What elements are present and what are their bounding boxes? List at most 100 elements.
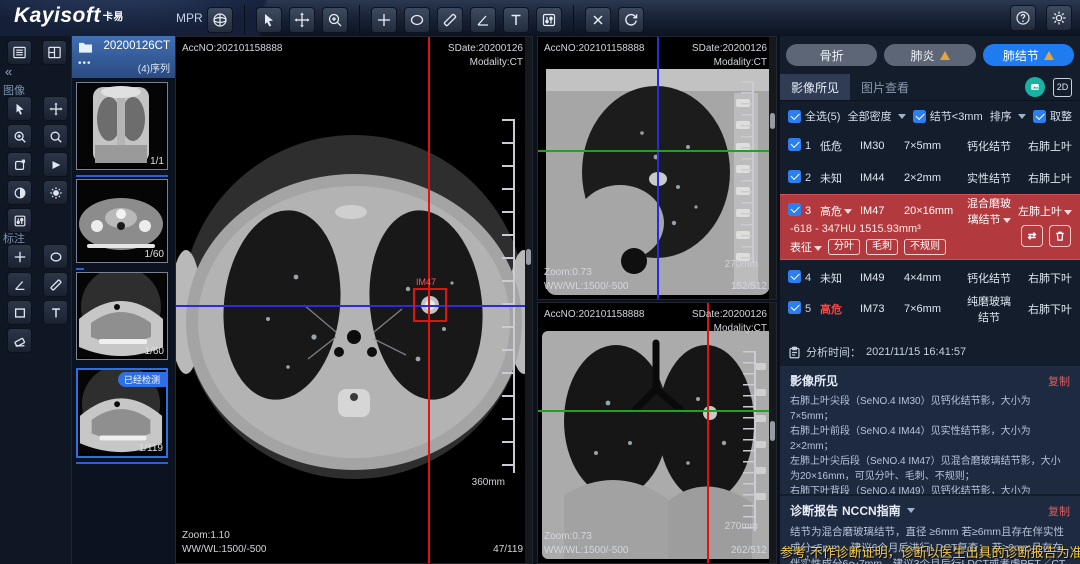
nodule-location: 右肺下叶 bbox=[1012, 270, 1072, 286]
sb-magnify-button[interactable] bbox=[43, 124, 68, 149]
sagittal-crosshair-horizontal[interactable] bbox=[538, 150, 776, 152]
filter-sort-dropdown[interactable]: 排序 bbox=[990, 108, 1026, 124]
ellipse-tool-button[interactable] bbox=[404, 7, 430, 33]
findings-card: 影像所见 复制 右肺上叶尖段（SeNO.4 IM30）见钙化结节影，大小为7×5… bbox=[780, 366, 1080, 494]
coronal-scrollbar-thumb[interactable] bbox=[770, 421, 775, 441]
checkbox[interactable] bbox=[788, 301, 801, 314]
sagittal-crosshair-vertical[interactable] bbox=[657, 37, 659, 299]
text-tool-button[interactable] bbox=[503, 7, 529, 33]
series-more[interactable]: ••• bbox=[78, 58, 92, 69]
pan-tool-button[interactable] bbox=[289, 7, 315, 33]
checkbox[interactable] bbox=[913, 110, 926, 123]
filter-density-dropdown[interactable]: 全部密度 bbox=[848, 108, 906, 124]
coronal-crosshair-vertical[interactable] bbox=[707, 303, 709, 563]
thumbnail-series4-selected[interactable]: 已经检测 1/119 bbox=[76, 368, 168, 458]
thumb-index: 1/60 bbox=[145, 249, 164, 260]
nodule-row-2[interactable]: 2 未知 IM44 2×2mm 实性结节 右肺上叶 bbox=[780, 162, 1080, 193]
tag-spiculation[interactable]: 毛刺 bbox=[866, 239, 898, 255]
coronal-viewport[interactable]: 270mm AccNO:202101158888 SDate:20200126 … bbox=[537, 302, 777, 564]
delete-nodule-button[interactable] bbox=[1049, 225, 1071, 247]
nodule-location: 右肺上叶 bbox=[1012, 138, 1072, 154]
sb-angle-button[interactable] bbox=[7, 272, 32, 297]
coronal-crosshair-horizontal[interactable] bbox=[538, 410, 776, 412]
thumbnail-scout[interactable]: 1/1 bbox=[76, 82, 168, 170]
tag-lobulation[interactable]: 分叶 bbox=[828, 239, 860, 255]
axial-crosshair-horizontal[interactable] bbox=[176, 305, 532, 307]
nodule-roi-box[interactable] bbox=[413, 288, 447, 322]
tab-lung-nodule[interactable]: 肺结节 bbox=[983, 44, 1074, 66]
nodule-row-1[interactable]: 1 低危 IM30 7×5mm 钙化结节 右肺上叶 bbox=[780, 130, 1080, 161]
sagittal-scrollbar[interactable] bbox=[769, 37, 776, 299]
reset-button[interactable] bbox=[618, 7, 644, 33]
sagittal-scrollbar-thumb[interactable] bbox=[770, 113, 775, 129]
nodule-risk-dropdown[interactable]: 高危 bbox=[820, 203, 860, 219]
filter-select-all[interactable]: 全选(5) bbox=[788, 108, 840, 124]
sb-flip-button[interactable] bbox=[43, 152, 68, 177]
ruler-tool-button[interactable] bbox=[437, 7, 463, 33]
filter-small-nodule[interactable]: 结节<3mm bbox=[913, 108, 983, 124]
series-header[interactable]: 20200126CT ••• (4)序列 bbox=[72, 36, 175, 78]
checkbox[interactable] bbox=[788, 138, 801, 151]
ai-findings-panel: 骨折 肺炎 肺结节 影像所见 图片查看 2D 全选(5) 全部密度 结节<3mm… bbox=[780, 36, 1080, 564]
2d-view-button[interactable]: 2D bbox=[1053, 78, 1072, 97]
nodule-row-4[interactable]: 4 未知 IM49 4×4mm 钙化结节 右肺下叶 bbox=[780, 262, 1080, 293]
delete-annotation-button[interactable] bbox=[585, 7, 611, 33]
subtab-findings[interactable]: 影像所见 bbox=[780, 74, 850, 101]
series-count: (4)序列 bbox=[138, 60, 170, 75]
checkbox[interactable] bbox=[788, 110, 801, 123]
tab-pneumonia[interactable]: 肺炎 bbox=[884, 44, 975, 66]
window-level-button[interactable] bbox=[536, 7, 562, 33]
sb-invert-button[interactable] bbox=[7, 180, 32, 205]
settings-button[interactable] bbox=[1046, 5, 1072, 31]
sb-pointer-button[interactable] bbox=[7, 96, 32, 121]
mpr-button[interactable] bbox=[207, 7, 233, 33]
angle-tool-button[interactable] bbox=[470, 7, 496, 33]
tag-irregular[interactable]: 不规则 bbox=[904, 239, 946, 255]
sb-rect-button[interactable] bbox=[7, 300, 32, 325]
compare-button[interactable] bbox=[1021, 225, 1043, 247]
subtab-image-view[interactable]: 图片查看 bbox=[850, 74, 920, 101]
nodule-type-dropdown[interactable]: 混合磨玻璃结节 bbox=[966, 195, 1012, 227]
sb-ellipse-button[interactable] bbox=[43, 244, 68, 269]
axial-scrollbar[interactable] bbox=[525, 37, 532, 563]
nodule-row-3-selected[interactable]: 3 高危 IM47 20×16mm 混合磨玻璃结节 左肺上叶 -618 - 34… bbox=[780, 194, 1080, 260]
sb-pan-button[interactable] bbox=[43, 96, 68, 121]
sb-rotate-button[interactable] bbox=[7, 152, 32, 177]
sb-eraser-button[interactable] bbox=[7, 328, 32, 353]
checkbox[interactable] bbox=[788, 270, 801, 283]
sb-text-button[interactable] bbox=[43, 300, 68, 325]
checkbox[interactable] bbox=[1033, 110, 1046, 123]
ruler-icon bbox=[442, 12, 458, 28]
zoom-tool-button[interactable] bbox=[322, 7, 348, 33]
filter-round[interactable]: 取整 bbox=[1033, 108, 1072, 124]
checkbox[interactable] bbox=[788, 203, 801, 216]
layout-button[interactable] bbox=[42, 40, 67, 65]
collapse-sidebar-button[interactable]: « bbox=[5, 64, 12, 79]
pointer-tool-button[interactable] bbox=[256, 7, 282, 33]
copy-findings-link[interactable]: 复制 bbox=[1048, 373, 1070, 389]
thumbnail-series2[interactable]: 1/60 bbox=[76, 179, 168, 263]
report-guideline[interactable]: NCCN指南 bbox=[842, 502, 901, 519]
thumbnail-series3[interactable]: 1/60 bbox=[76, 272, 168, 360]
axial-scrollbar-thumb[interactable] bbox=[526, 249, 531, 265]
sliders-icon bbox=[541, 12, 557, 28]
sb-ruler-button[interactable] bbox=[43, 272, 68, 297]
axial-viewport[interactable]: 360mm IM47 AccNO:202101158888 SDate:2020… bbox=[175, 36, 533, 564]
checkbox[interactable] bbox=[788, 170, 801, 183]
copy-report-link[interactable]: 复制 bbox=[1048, 503, 1070, 519]
help-button[interactable] bbox=[1010, 5, 1036, 31]
sagittal-viewport[interactable]: 270mm AccNO:202101158888 SDate:20200126 … bbox=[537, 36, 777, 300]
nodule-row-5[interactable]: 5 高危 IM73 7×6mm 纯磨玻璃结节 右肺下叶 bbox=[780, 293, 1080, 324]
sb-brightness-button[interactable] bbox=[43, 180, 68, 205]
image-report-button[interactable] bbox=[1025, 77, 1045, 97]
chevron-down-icon bbox=[814, 246, 822, 251]
sb-crosshair-button[interactable] bbox=[7, 244, 32, 269]
tab-fracture[interactable]: 骨折 bbox=[786, 44, 877, 66]
sb-zoom-in-button[interactable] bbox=[7, 124, 32, 149]
crosshair-tool-button[interactable] bbox=[371, 7, 397, 33]
feature-dropdown[interactable]: 表征 bbox=[790, 239, 822, 255]
series-list-button[interactable] bbox=[7, 40, 32, 65]
nodule-location-dropdown[interactable]: 左肺上叶 bbox=[1012, 203, 1072, 219]
coronal-scrollbar[interactable] bbox=[769, 303, 776, 563]
scout-image bbox=[77, 83, 165, 167]
